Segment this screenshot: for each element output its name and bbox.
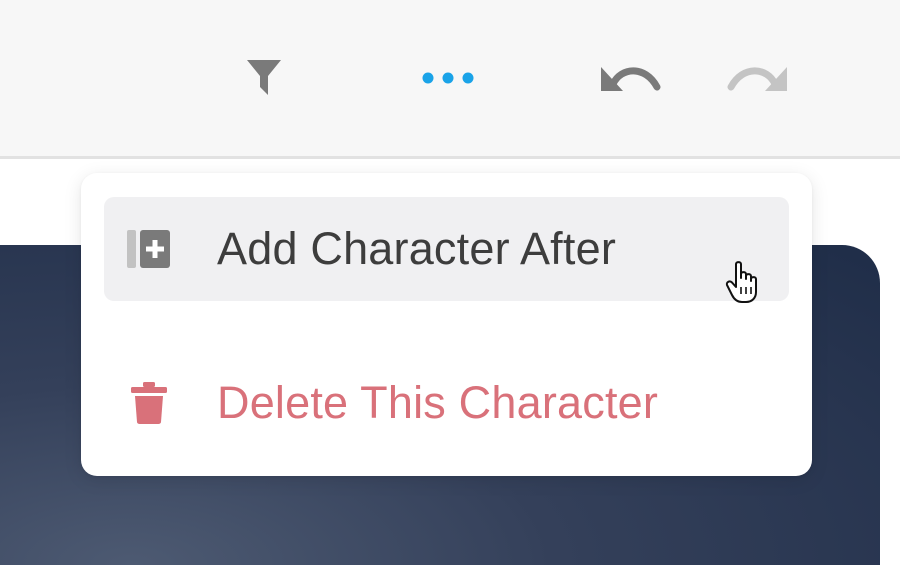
delete-this-character-label: Delete This Character — [217, 377, 659, 428]
redo-icon — [727, 67, 787, 91]
more-options-button[interactable] — [412, 50, 484, 106]
filter-button[interactable] — [236, 50, 292, 106]
trash-icon — [126, 380, 172, 426]
delete-this-character-item[interactable]: Delete This Character — [104, 351, 789, 455]
add-column-icon — [126, 226, 172, 272]
add-character-after-label: Add Character After — [217, 223, 617, 274]
undo-icon — [601, 67, 661, 91]
redo-button[interactable] — [718, 48, 798, 106]
add-character-after-item[interactable]: Add Character After — [104, 197, 789, 301]
filter-icon — [247, 60, 281, 95]
more-horizontal-icon — [422, 72, 474, 84]
toolbar — [0, 0, 900, 159]
context-menu: Add Character After Delete This Characte… — [81, 173, 812, 476]
undo-button[interactable] — [590, 48, 670, 106]
